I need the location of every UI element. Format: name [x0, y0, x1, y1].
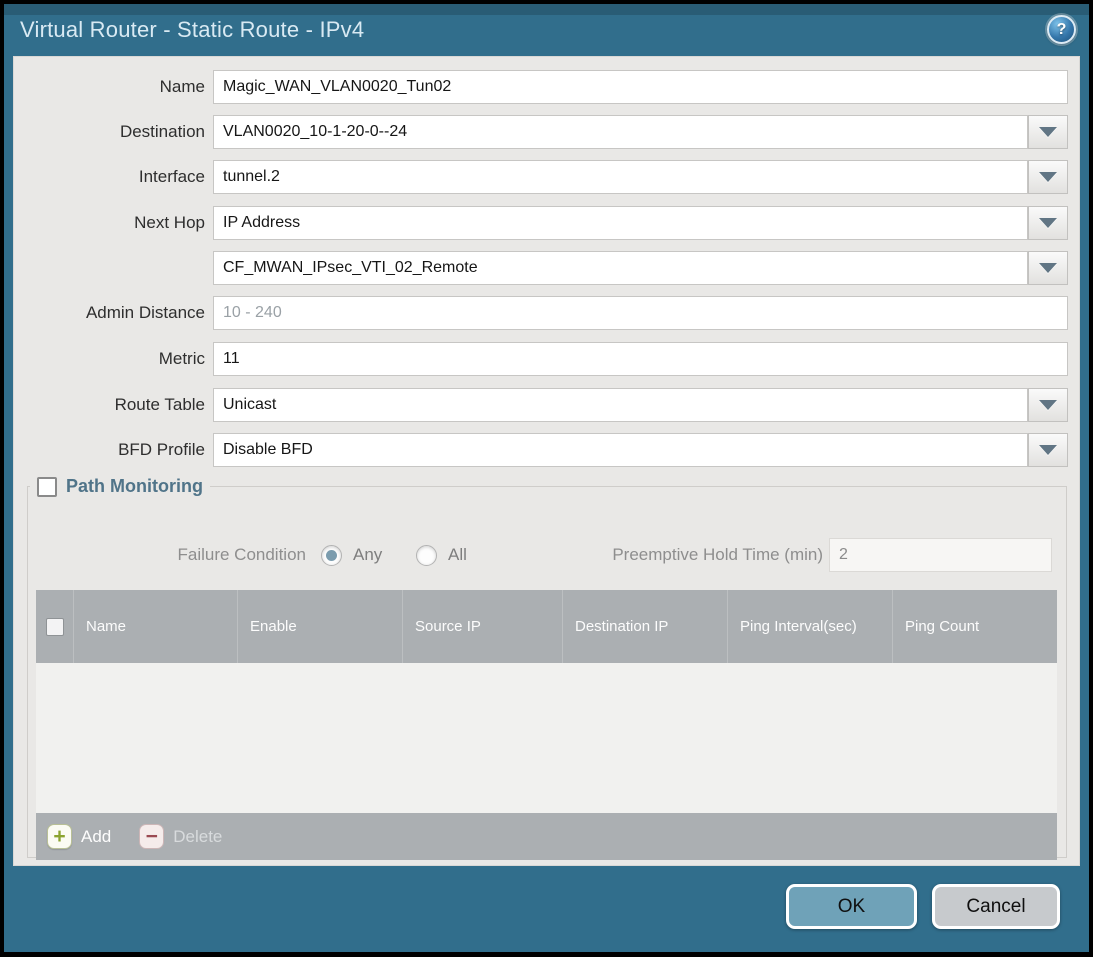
path-monitoring-section: Path Monitoring Failure Condition Any Al… — [27, 476, 1067, 858]
bfd-profile-input[interactable] — [213, 433, 1028, 467]
chevron-down-icon — [1039, 263, 1057, 273]
column-header-ping-count: Ping Count — [893, 590, 1057, 663]
next-hop-label: Next Hop — [20, 206, 205, 240]
next-hop-address-input[interactable] — [213, 251, 1028, 285]
path-monitoring-title: Path Monitoring — [66, 476, 203, 497]
help-button[interactable]: ? — [1047, 15, 1076, 44]
dialog-title: Virtual Router - Static Route - IPv4 — [20, 17, 364, 43]
column-header-enable: Enable — [238, 590, 403, 663]
path-monitoring-checkbox[interactable] — [37, 477, 57, 497]
add-button-label: Add — [81, 827, 111, 847]
failure-condition-any-radio[interactable] — [321, 545, 342, 566]
interface-label: Interface — [20, 160, 205, 194]
next-hop-address-row — [0, 251, 1093, 285]
failure-condition-label: Failure Condition — [28, 538, 306, 572]
select-all-column — [36, 590, 74, 663]
interface-row: Interface — [0, 160, 1093, 194]
column-header-source-ip: Source IP — [403, 590, 563, 663]
next-hop-row: Next Hop — [0, 206, 1093, 240]
column-header-name: Name — [74, 590, 238, 663]
chevron-down-icon — [1039, 127, 1057, 137]
delete-button-label: Delete — [173, 827, 222, 847]
name-input[interactable] — [213, 70, 1068, 104]
preemptive-hold-time-input[interactable] — [829, 538, 1052, 572]
chevron-down-icon — [1039, 172, 1057, 182]
admin-distance-label: Admin Distance — [20, 296, 205, 330]
destination-input[interactable] — [213, 115, 1028, 149]
failure-condition-any-label: Any — [353, 538, 382, 572]
route-table-input[interactable] — [213, 388, 1028, 422]
bfd-profile-label: BFD Profile — [20, 433, 205, 467]
admin-distance-input[interactable] — [213, 296, 1068, 330]
chevron-down-icon — [1039, 445, 1057, 455]
name-row: Name — [0, 70, 1093, 104]
table-header-row: Name Enable Source IP Destination IP Pin… — [36, 590, 1057, 663]
chevron-down-icon — [1039, 218, 1057, 228]
name-label: Name — [20, 70, 205, 104]
route-table-dropdown-button[interactable] — [1028, 388, 1068, 422]
add-plus-icon: + — [47, 824, 72, 849]
interface-input[interactable] — [213, 160, 1028, 194]
bfd-profile-dropdown-button[interactable] — [1028, 433, 1068, 467]
destination-label: Destination — [20, 115, 205, 149]
delete-button[interactable]: − Delete — [139, 824, 222, 849]
path-monitoring-legend: Path Monitoring — [30, 476, 210, 497]
destination-row: Destination — [0, 115, 1093, 149]
chevron-down-icon — [1039, 400, 1057, 410]
delete-minus-icon: − — [139, 824, 164, 849]
ok-button[interactable]: OK — [786, 884, 917, 929]
route-table-row: Route Table — [0, 388, 1093, 422]
failure-condition-all-radio[interactable] — [416, 545, 437, 566]
destination-dropdown-button[interactable] — [1028, 115, 1068, 149]
metric-input[interactable] — [213, 342, 1068, 376]
next-hop-type-dropdown-button[interactable] — [1028, 206, 1068, 240]
path-monitoring-table: Name Enable Source IP Destination IP Pin… — [36, 590, 1057, 860]
column-header-ping-interval: Ping Interval(sec) — [728, 590, 893, 663]
bfd-profile-row: BFD Profile — [0, 433, 1093, 467]
table-body-empty — [36, 663, 1057, 813]
interface-dropdown-button[interactable] — [1028, 160, 1068, 194]
preemptive-hold-time-label: Preemptive Hold Time (min) — [458, 538, 823, 572]
add-button[interactable]: + Add — [47, 824, 111, 849]
next-hop-type-input[interactable] — [213, 206, 1028, 240]
static-route-dialog: Virtual Router - Static Route - IPv4 ? N… — [0, 0, 1093, 957]
metric-label: Metric — [20, 342, 205, 376]
cancel-button[interactable]: Cancel — [932, 884, 1060, 929]
admin-distance-row: Admin Distance — [0, 296, 1093, 330]
table-toolbar: + Add − Delete — [36, 813, 1057, 860]
next-hop-address-dropdown-button[interactable] — [1028, 251, 1068, 285]
metric-row: Metric — [0, 342, 1093, 376]
select-all-checkbox[interactable] — [46, 618, 64, 636]
column-header-destination-ip: Destination IP — [563, 590, 728, 663]
route-table-label: Route Table — [20, 388, 205, 422]
help-icon: ? — [1057, 21, 1067, 39]
